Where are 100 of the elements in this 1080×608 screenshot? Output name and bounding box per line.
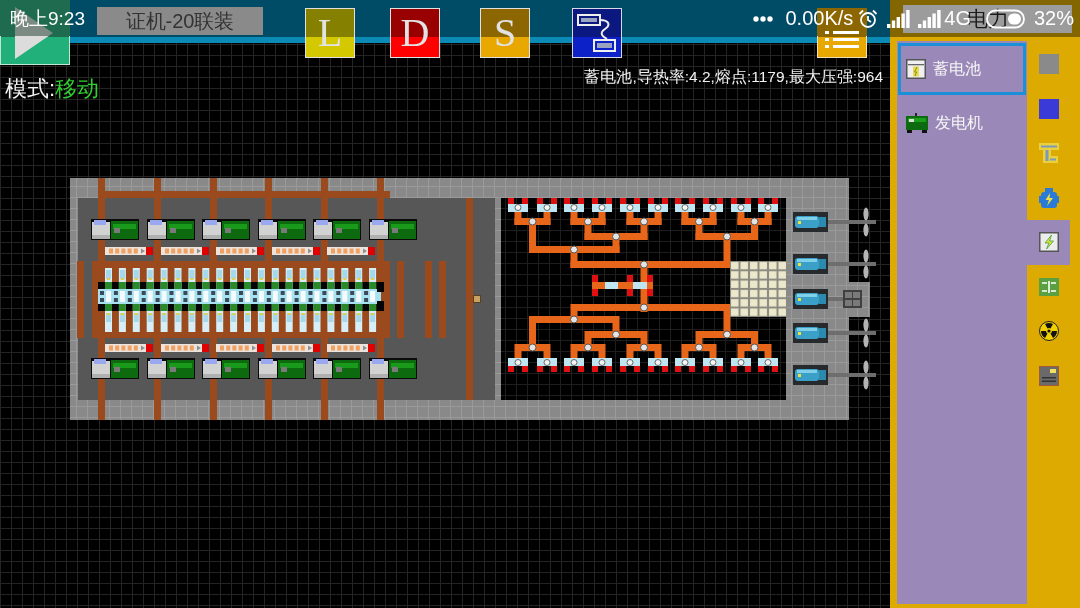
battery-bar — [161, 344, 209, 352]
valve-icon — [584, 343, 592, 352]
valve-icon — [750, 343, 759, 352]
battery-bar — [327, 344, 375, 352]
propeller — [828, 360, 876, 390]
radiator-vent — [564, 358, 584, 372]
pipe-manifold — [592, 275, 653, 296]
alarm-icon — [858, 8, 879, 29]
valve-icon — [528, 343, 537, 352]
ship-name-label: 证机-20联装 — [97, 7, 263, 35]
battery-bar — [216, 247, 264, 255]
circuit-icon — [1038, 276, 1059, 297]
valve-icon — [640, 260, 648, 269]
radiator-vent — [620, 198, 640, 212]
radiator-vent — [703, 358, 723, 372]
network-type: 4G — [944, 7, 971, 30]
valve-icon — [528, 217, 537, 226]
fan-unit — [843, 290, 862, 308]
part-info: 蓄电池,导热率:4.2,熔点:1179,最大压强:964 — [584, 67, 883, 87]
engine-unit — [793, 212, 828, 232]
radiator-vent — [731, 358, 751, 372]
generator-unit — [258, 219, 306, 240]
storage-block — [730, 261, 787, 317]
propeller — [828, 318, 876, 348]
generator-unit — [313, 219, 361, 240]
radiation-icon — [1038, 321, 1059, 342]
battery-bar — [161, 247, 209, 255]
menu-icon — [825, 31, 859, 48]
generator-unit — [369, 358, 417, 379]
battery-bar — [327, 247, 375, 255]
engine-icon — [1038, 187, 1059, 208]
radiator-vent — [675, 358, 695, 372]
radiator-vent — [648, 198, 668, 212]
valve-icon — [584, 217, 592, 226]
valve-icon — [723, 232, 731, 241]
engine-unit — [793, 365, 828, 385]
engine-unit — [793, 254, 828, 274]
radiator-vent — [564, 198, 584, 212]
generator-unit — [147, 219, 195, 240]
valve-icon — [750, 217, 759, 226]
battery-bar — [105, 344, 153, 352]
part-item[interactable]: 蓄电池 — [898, 43, 1026, 95]
propeller — [828, 249, 876, 279]
battery-bar — [272, 247, 320, 255]
valve-icon — [640, 343, 648, 352]
toolbar-button[interactable]: D — [390, 8, 440, 58]
propeller — [828, 207, 876, 237]
engine-unit — [793, 323, 828, 343]
radiator-vent — [508, 198, 528, 212]
radiator-vent — [592, 358, 612, 372]
signal-icon — [918, 9, 942, 28]
generator-unit — [258, 358, 306, 379]
battery-bar — [272, 344, 320, 352]
valve-icon — [695, 217, 703, 226]
toolbar-button[interactable]: L — [305, 8, 355, 58]
radiator-vent — [758, 198, 778, 212]
network-speed: 0.00K/s — [785, 7, 854, 30]
radiator-vent — [703, 198, 723, 212]
generator-unit — [313, 358, 361, 379]
more-icon — [753, 15, 774, 22]
wiring-button[interactable] — [572, 8, 622, 58]
lightning-icon — [1038, 232, 1059, 253]
valve-icon — [570, 245, 578, 254]
radiator-vent — [648, 358, 668, 372]
cable-icon — [577, 14, 617, 52]
mode-value: 移动 — [55, 76, 100, 101]
generator-unit — [369, 219, 417, 240]
engine-unit — [793, 289, 828, 309]
radiator-vent — [537, 198, 557, 212]
signal-icon — [887, 9, 911, 28]
valve-icon — [612, 330, 620, 339]
radiator-vent — [537, 358, 557, 372]
radiator-vent — [758, 358, 778, 372]
generator-unit — [91, 358, 139, 379]
pipe-icon — [1038, 143, 1059, 164]
radiator-vent — [620, 358, 640, 372]
mode-label: 模式: — [5, 76, 56, 101]
radiator-vent — [508, 358, 528, 372]
radiator-vent — [731, 198, 751, 212]
generator-unit — [91, 219, 139, 240]
square-icon — [1038, 98, 1059, 119]
valve-icon — [723, 330, 731, 339]
battery-cell-icon — [906, 59, 926, 79]
generator-unit — [202, 358, 250, 379]
generator-unit — [202, 219, 250, 240]
valve-icon — [640, 303, 648, 312]
battery-bar — [216, 344, 264, 352]
toolbar-button[interactable]: S — [480, 8, 530, 58]
computer-icon — [1038, 365, 1059, 386]
battery-bar — [105, 247, 153, 255]
generator-icon — [906, 113, 928, 133]
part-item[interactable]: 发电机 — [898, 97, 1026, 149]
generator-unit — [147, 358, 195, 379]
valve-icon — [695, 343, 703, 352]
category-tab[interactable] — [1027, 220, 1070, 265]
valve-icon — [612, 232, 620, 241]
radiator-vent — [592, 198, 612, 212]
crate-icon — [473, 295, 481, 303]
square-icon — [1038, 54, 1059, 75]
radiator-vent — [675, 198, 695, 212]
